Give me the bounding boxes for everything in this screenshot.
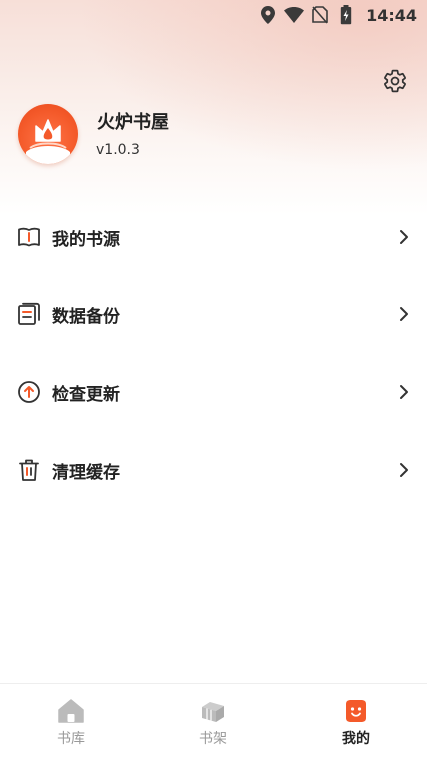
menu-item-label: 清理缓存 bbox=[52, 462, 120, 483]
wifi-icon bbox=[284, 5, 305, 25]
bottom-navigation: 书库 书架 我的 bbox=[0, 683, 427, 761]
menu-item-label: 检查更新 bbox=[52, 384, 120, 405]
nav-item-label: 书库 bbox=[57, 731, 85, 747]
nav-item-label: 书架 bbox=[199, 731, 227, 747]
update-arrow-icon bbox=[17, 380, 41, 404]
fire-logo-icon bbox=[26, 119, 70, 164]
status-time: 14:44 bbox=[366, 5, 417, 25]
book-source-icon bbox=[17, 225, 41, 249]
menu-item-label: 数据备份 bbox=[52, 306, 120, 327]
smiley-icon bbox=[343, 698, 369, 724]
app-version: v1.0.3 bbox=[96, 142, 140, 158]
chevron-right-icon bbox=[397, 229, 411, 245]
gear-icon bbox=[384, 69, 406, 93]
home-icon bbox=[58, 698, 84, 724]
status-bar: 14:44 bbox=[258, 0, 417, 30]
backup-document-icon bbox=[17, 302, 41, 326]
trash-icon bbox=[17, 458, 41, 482]
avatar bbox=[18, 104, 78, 164]
nav-item-label: 我的 bbox=[342, 731, 370, 747]
settings-button[interactable] bbox=[381, 67, 409, 95]
location-icon bbox=[258, 5, 278, 25]
no-sim-icon bbox=[310, 5, 330, 25]
chevron-right-icon bbox=[397, 462, 411, 478]
nav-item-bookshelf[interactable]: 书架 bbox=[142, 684, 284, 761]
app-name: 火炉书屋 bbox=[97, 112, 169, 133]
bookshelf-icon bbox=[200, 698, 226, 724]
menu-item-clear-cache[interactable]: 清理缓存 bbox=[0, 442, 427, 498]
menu-item-label: 我的书源 bbox=[52, 229, 120, 250]
menu-item-book-sources[interactable]: 我的书源 bbox=[0, 209, 427, 265]
chevron-right-icon bbox=[397, 384, 411, 400]
menu-item-data-backup[interactable]: 数据备份 bbox=[0, 286, 427, 342]
battery-charging-icon bbox=[336, 5, 356, 25]
menu-item-check-update[interactable]: 检查更新 bbox=[0, 364, 427, 420]
nav-item-mine[interactable]: 我的 bbox=[285, 684, 427, 761]
chevron-right-icon bbox=[397, 306, 411, 322]
header-background bbox=[0, 0, 427, 215]
nav-item-library[interactable]: 书库 bbox=[0, 684, 142, 761]
